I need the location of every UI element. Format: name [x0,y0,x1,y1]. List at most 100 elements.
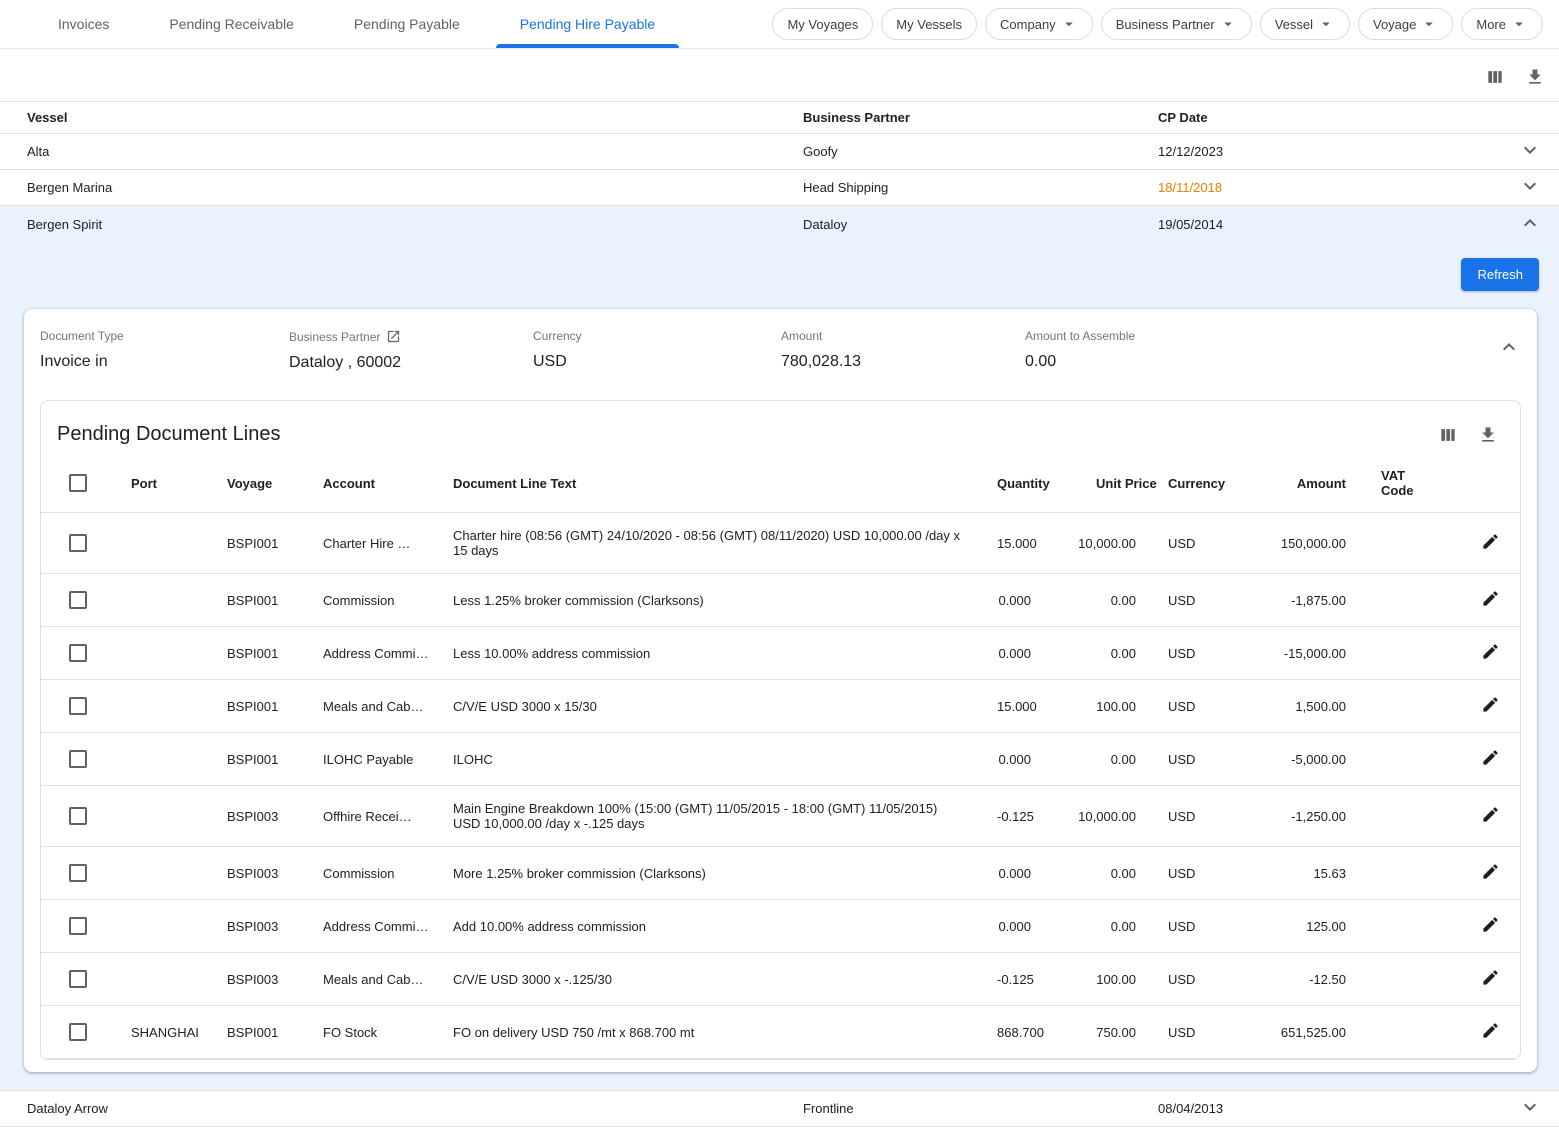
vessel-row-alta[interactable]: Alta Goofy 12/12/2023 [0,134,1559,170]
edit-icon[interactable] [1481,862,1500,881]
account-cell: Address Commi… [307,627,437,680]
voyage-cell: BSPI003 [211,786,307,847]
edit-cell [1436,953,1520,1006]
edit-cell [1436,680,1520,733]
vessel-row-dataloy-arrow[interactable]: Dataloy Arrow Frontline 08/04/2013 [0,1091,1559,1127]
column-settings-icon[interactable] [1438,425,1458,445]
vessel-cell: Bergen Marina [27,176,803,199]
field-document-type: Document Type Invoice in [40,329,289,371]
column-settings-icon[interactable] [1485,67,1505,87]
row-checkbox[interactable] [69,1023,87,1041]
tab-pending-hire-payable[interactable]: Pending Hire Payable [490,0,685,48]
row-checkbox[interactable] [69,970,87,988]
unit-price-cell: 100.00 [1047,680,1152,733]
filter-chip-company[interactable]: Company [985,8,1093,40]
edit-icon[interactable] [1481,589,1500,608]
document-line-text-cell: C/V/E USD 3000 x -.125/30 [437,953,981,1006]
pending-line-row: SHANGHAI BSPI001 FO Stock FO on delivery… [41,1006,1520,1059]
filter-chip-my-vessels[interactable]: My Vessels [881,8,977,40]
pending-document-lines-panel: Pending Document Lines [40,400,1521,1060]
col-header-voyage: Voyage [211,454,307,513]
download-icon[interactable] [1525,67,1545,87]
row-checkbox-cell [41,733,115,786]
chip-label: My Vessels [896,17,962,32]
edit-icon[interactable] [1481,968,1500,987]
chevron-down-icon[interactable] [1518,174,1542,198]
col-header-currency: Currency [1152,454,1232,513]
pending-lines-header: Pending Document Lines [41,401,1520,454]
chevron-up-icon[interactable] [1497,335,1521,359]
document-line-text-cell: C/V/E USD 3000 x 15/30 [437,680,981,733]
row-checkbox[interactable] [69,750,87,768]
chevron-up-icon[interactable] [1518,211,1542,235]
row-checkbox-cell [41,513,115,574]
currency-cell: USD [1152,953,1232,1006]
currency-cell: USD [1152,574,1232,627]
edit-icon[interactable] [1481,695,1500,714]
quantity-cell: 0.000 [981,574,1047,627]
port-cell [115,847,211,900]
select-all-checkbox[interactable] [69,474,87,492]
dropdown-caret-icon [1420,15,1438,33]
filter-chip-business-partner[interactable]: Business Partner [1101,8,1252,40]
quantity-cell: 0.000 [981,847,1047,900]
vessel-row-bergen-spirit[interactable]: Bergen Spirit Dataloy 19/05/2014 [0,206,1559,242]
filter-chip-vessel[interactable]: Vessel [1260,8,1350,40]
chevron-down-icon[interactable] [1518,1095,1542,1119]
col-header-vat-code: VAT Code [1362,454,1436,513]
cp-date-cell: 18/11/2018 [1158,176,1500,199]
amount-cell: 125.00 [1232,900,1362,953]
edit-icon[interactable] [1481,1021,1500,1040]
voyage-cell: BSPI001 [211,627,307,680]
pending-lines-body: BSPI001 Charter Hire … Charter hire (08:… [41,513,1520,1059]
pending-line-row: BSPI003 Meals and Cab… C/V/E USD 3000 x … [41,953,1520,1006]
voyage-cell: BSPI001 [211,1006,307,1059]
port-cell [115,733,211,786]
amount-cell: -15,000.00 [1232,627,1362,680]
col-header-quantity: Quantity [981,454,1047,513]
partner-cell: Goofy [803,140,1158,163]
edit-cell [1436,1006,1520,1059]
row-checkbox-cell [41,847,115,900]
field-label: Document Type [40,329,289,343]
amount-cell: -1,250.00 [1232,786,1362,847]
row-checkbox[interactable] [69,697,87,715]
edit-icon[interactable] [1481,915,1500,934]
dropdown-caret-icon [1219,15,1237,33]
tab-invoices[interactable]: Invoices [28,0,139,48]
voyage-cell: BSPI001 [211,680,307,733]
account-cell: Meals and Cab… [307,680,437,733]
edit-icon[interactable] [1481,642,1500,661]
filter-chip-more[interactable]: More [1461,8,1543,40]
row-checkbox[interactable] [69,644,87,662]
vessel-row-bergen-marina[interactable]: Bergen Marina Head Shipping 18/11/2018 [0,170,1559,206]
chevron-down-icon[interactable] [1518,138,1542,162]
filter-chip-my-voyages[interactable]: My Voyages [772,8,873,40]
edit-cell [1436,900,1520,953]
tab-pending-payable[interactable]: Pending Payable [324,0,490,48]
open-in-new-icon[interactable] [386,329,401,344]
row-checkbox[interactable] [69,591,87,609]
port-cell [115,900,211,953]
tab-pending-receivable[interactable]: Pending Receivable [139,0,324,48]
refresh-button[interactable]: Refresh [1461,258,1539,291]
unit-price-cell: 100.00 [1047,953,1152,1006]
row-checkbox[interactable] [69,917,87,935]
cp-date-cell: 08/04/2013 [1158,1097,1500,1120]
row-checkbox-cell [41,627,115,680]
row-checkbox[interactable] [69,534,87,552]
edit-icon[interactable] [1481,748,1500,767]
row-checkbox[interactable] [69,864,87,882]
expanded-vessel-section: Bergen Spirit Dataloy 19/05/2014 Refresh… [0,206,1559,1091]
port-cell [115,786,211,847]
edit-icon[interactable] [1481,532,1500,551]
row-checkbox-cell [41,680,115,733]
download-icon[interactable] [1478,425,1498,445]
edit-cell [1436,574,1520,627]
filter-chip-voyage[interactable]: Voyage [1358,8,1453,40]
edit-icon[interactable] [1481,805,1500,824]
document-line-text-cell: Less 1.25% broker commission (Clarksons) [437,574,981,627]
document-line-text-cell: More 1.25% broker commission (Clarksons) [437,847,981,900]
col-header-account: Account [307,454,437,513]
row-checkbox[interactable] [69,807,87,825]
